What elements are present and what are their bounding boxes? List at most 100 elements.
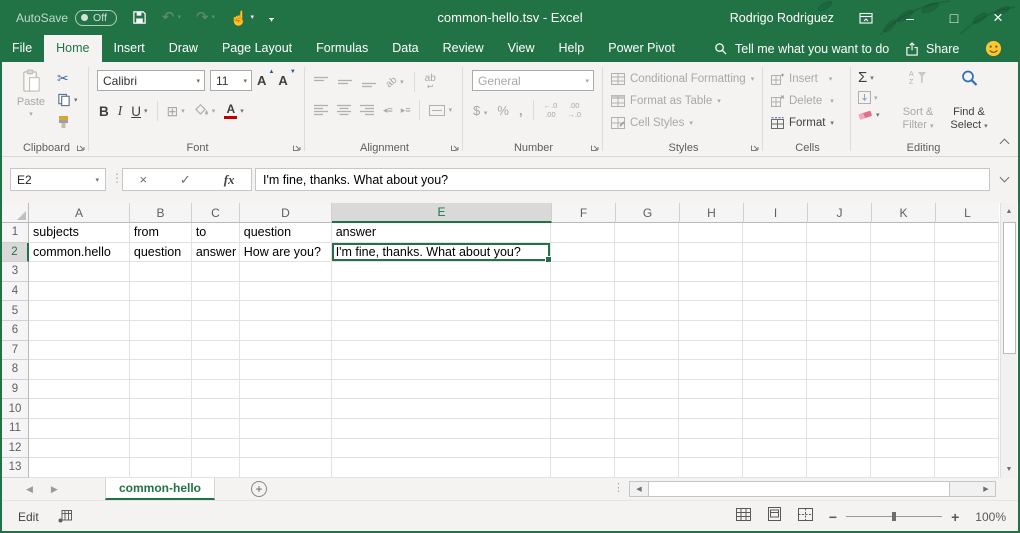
drag-handle-icon[interactable]: ⋮ bbox=[613, 481, 624, 494]
align-right-icon[interactable] bbox=[360, 104, 374, 116]
cell-B8[interactable] bbox=[130, 360, 192, 380]
cell-H6[interactable] bbox=[679, 321, 743, 341]
column-header-G[interactable]: G bbox=[616, 203, 680, 223]
cell-I6[interactable] bbox=[743, 321, 807, 341]
cell-F9[interactable] bbox=[551, 380, 615, 400]
cell-L11[interactable] bbox=[935, 419, 999, 439]
row-header-12[interactable]: 12 bbox=[2, 439, 29, 459]
cell-B9[interactable] bbox=[130, 380, 192, 400]
alignment-dialog-launcher[interactable] bbox=[450, 142, 460, 152]
column-header-C[interactable]: C bbox=[192, 203, 240, 223]
conditional-formatting-button[interactable]: Conditional Formatting ▾ bbox=[604, 68, 763, 89]
cell-J11[interactable] bbox=[807, 419, 871, 439]
cell-L10[interactable] bbox=[935, 399, 999, 419]
cell-D1[interactable]: question bbox=[240, 223, 332, 243]
expand-formula-bar-button[interactable] bbox=[1000, 173, 1010, 183]
autosave-toggle[interactable]: AutoSave Off bbox=[16, 10, 117, 26]
tab-file[interactable]: File bbox=[0, 35, 44, 62]
cell-L13[interactable] bbox=[935, 458, 999, 478]
cell-E10[interactable] bbox=[332, 399, 552, 419]
ribbon-display-options-button[interactable] bbox=[844, 0, 888, 35]
maximize-button[interactable]: □ bbox=[932, 0, 976, 35]
cell-A3[interactable] bbox=[29, 262, 130, 282]
cell-K1[interactable] bbox=[871, 223, 935, 243]
cell-A9[interactable] bbox=[29, 380, 130, 400]
customize-qat-button[interactable]: ▾ bbox=[269, 12, 274, 23]
cell-E1[interactable]: answer bbox=[332, 223, 552, 243]
cell-H5[interactable] bbox=[679, 301, 743, 321]
cell-E6[interactable] bbox=[332, 321, 552, 341]
column-header-K[interactable]: K bbox=[872, 203, 936, 223]
redo-button[interactable]: ↷ ▾ bbox=[196, 10, 215, 25]
cell-A2[interactable]: common.hello bbox=[29, 243, 130, 263]
cell-B10[interactable] bbox=[130, 399, 192, 419]
format-as-table-button[interactable]: Format as Table ▾ bbox=[604, 90, 763, 111]
cell-E12[interactable] bbox=[332, 439, 552, 459]
share-button[interactable]: Share bbox=[905, 35, 959, 62]
row-header-6[interactable]: 6 bbox=[2, 321, 29, 341]
cell-C1[interactable]: to bbox=[192, 223, 240, 243]
cell-G5[interactable] bbox=[615, 301, 679, 321]
cell-H7[interactable] bbox=[679, 341, 743, 361]
cell-C4[interactable] bbox=[192, 282, 240, 302]
cell-A8[interactable] bbox=[29, 360, 130, 380]
tab-data[interactable]: Data bbox=[380, 35, 430, 62]
cell-A4[interactable] bbox=[29, 282, 130, 302]
horizontal-scroll-thumb[interactable] bbox=[648, 482, 950, 496]
underline-button[interactable]: U bbox=[131, 104, 141, 119]
row-header-13[interactable]: 13 bbox=[2, 458, 29, 478]
tab-insert[interactable]: Insert bbox=[102, 35, 157, 62]
cell-I3[interactable] bbox=[743, 262, 807, 282]
tab-home[interactable]: Home bbox=[44, 35, 101, 62]
page-layout-view-button[interactable] bbox=[767, 507, 782, 526]
format-cells-button[interactable]: Format ▾ bbox=[764, 112, 851, 133]
cell-I7[interactable] bbox=[743, 341, 807, 361]
bold-button[interactable]: B bbox=[99, 104, 109, 119]
cell-C13[interactable] bbox=[192, 458, 240, 478]
cell-L5[interactable] bbox=[935, 301, 999, 321]
cell-G1[interactable] bbox=[615, 223, 679, 243]
cell-J8[interactable] bbox=[807, 360, 871, 380]
row-header-7[interactable]: 7 bbox=[2, 341, 29, 361]
row-header-3[interactable]: 3 bbox=[2, 262, 29, 282]
cell-C2[interactable]: answer bbox=[192, 243, 240, 263]
minimize-button[interactable]: – bbox=[888, 0, 932, 35]
autosum-button[interactable]: Σ ▾ bbox=[858, 69, 880, 86]
cell-I13[interactable] bbox=[743, 458, 807, 478]
save-button[interactable] bbox=[132, 10, 147, 25]
cell-G6[interactable] bbox=[615, 321, 679, 341]
cell-F6[interactable] bbox=[551, 321, 615, 341]
wrap-text-button[interactable]: ab ↩ bbox=[425, 74, 436, 90]
zoom-in-button[interactable]: + bbox=[951, 509, 959, 525]
cell-L1[interactable] bbox=[935, 223, 999, 243]
styles-dialog-launcher[interactable] bbox=[750, 142, 760, 152]
row-header-8[interactable]: 8 bbox=[2, 360, 29, 380]
cell-D8[interactable] bbox=[240, 360, 332, 380]
cell-A5[interactable] bbox=[29, 301, 130, 321]
cell-F13[interactable] bbox=[551, 458, 615, 478]
column-header-I[interactable]: I bbox=[744, 203, 808, 223]
cell-J12[interactable] bbox=[807, 439, 871, 459]
format-painter-button[interactable] bbox=[57, 115, 70, 129]
cell-E2[interactable]: I'm fine, thanks. What about you? bbox=[332, 243, 552, 263]
cell-L2[interactable] bbox=[935, 243, 999, 263]
row-header-10[interactable]: 10 bbox=[2, 399, 29, 419]
row-header-2[interactable]: 2 bbox=[2, 243, 29, 263]
user-name[interactable]: Rodrigo Rodriguez bbox=[730, 11, 834, 25]
tab-page-layout[interactable]: Page Layout bbox=[210, 35, 304, 62]
cell-J3[interactable] bbox=[807, 262, 871, 282]
cell-D4[interactable] bbox=[240, 282, 332, 302]
row-header-1[interactable]: 1 bbox=[2, 223, 29, 243]
next-sheet-button[interactable]: ▶ bbox=[51, 484, 58, 495]
cell-I5[interactable] bbox=[743, 301, 807, 321]
copy-button[interactable]: ▾ bbox=[57, 93, 78, 107]
cell-K3[interactable] bbox=[871, 262, 935, 282]
scroll-up-button[interactable]: ▲ bbox=[1001, 203, 1017, 220]
italic-button[interactable]: I bbox=[118, 103, 123, 119]
cell-H3[interactable] bbox=[679, 262, 743, 282]
cell-K8[interactable] bbox=[871, 360, 935, 380]
column-header-H[interactable]: H bbox=[680, 203, 744, 223]
cell-K6[interactable] bbox=[871, 321, 935, 341]
cell-H11[interactable] bbox=[679, 419, 743, 439]
cell-K5[interactable] bbox=[871, 301, 935, 321]
